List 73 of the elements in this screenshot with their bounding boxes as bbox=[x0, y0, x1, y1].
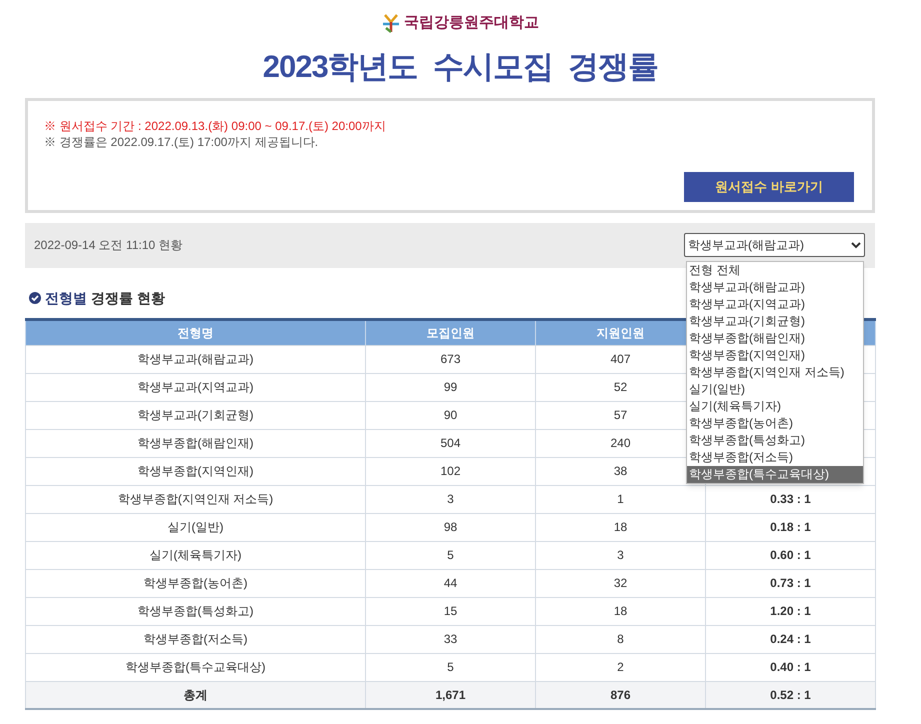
table-cell: 0.33 : 1 bbox=[770, 492, 811, 506]
table-cell: 학생부종합(저소득) bbox=[144, 632, 248, 646]
table-cell: 44 bbox=[444, 576, 458, 590]
total-cell: 0.52 : 1 bbox=[770, 688, 811, 702]
category-select[interactable]: 학생부교과(해람교과) bbox=[684, 233, 865, 257]
table-cell: 673 bbox=[440, 352, 461, 366]
table-cell: 407 bbox=[610, 352, 631, 366]
dropdown-option[interactable]: 실기(체육특기자) bbox=[687, 398, 863, 415]
table-cell: 학생부교과(해람교과) bbox=[138, 352, 254, 366]
total-cell: 총계 bbox=[184, 688, 208, 702]
dropdown-option[interactable]: 학생부종합(특수교육대상) bbox=[687, 466, 863, 483]
table-cell: 학생부종합(지역인재) bbox=[138, 464, 254, 478]
table-cell: 0.40 : 1 bbox=[770, 660, 811, 674]
dropdown-option[interactable]: 전형 전체 bbox=[687, 262, 863, 279]
university-name: 국립강릉원주대학교 bbox=[404, 13, 539, 33]
table-cell: 8 bbox=[617, 632, 624, 646]
total-cell: 1,671 bbox=[435, 688, 466, 702]
column-header: 전형명 bbox=[26, 319, 366, 345]
notice-text: ※ 원서접수 기간 : 2022.09.13.(화) 09:00 ~ 09.17.(토) 20:00까지 bbox=[44, 118, 387, 134]
status-text: 2022-09-14 오전 11:10 현황 bbox=[34, 237, 183, 254]
check-circle-icon bbox=[29, 292, 41, 304]
table-cell: 52 bbox=[614, 380, 628, 394]
table-cell: 3 bbox=[617, 548, 624, 562]
table-cell: 학생부종합(해람인재) bbox=[138, 436, 254, 450]
table-cell: 2 bbox=[617, 660, 624, 674]
total-cell: 876 bbox=[610, 688, 631, 702]
table-cell: 학생부교과(지역교과) bbox=[138, 380, 254, 394]
chevron-down-icon bbox=[851, 242, 861, 248]
table-cell: 5 bbox=[447, 660, 454, 674]
dropdown-option[interactable]: 학생부종합(지역인재 저소득) bbox=[687, 364, 863, 381]
table-cell: 57 bbox=[614, 408, 628, 422]
dropdown-option[interactable]: 학생부종합(지역인재) bbox=[687, 347, 863, 364]
table-cell: 0.24 : 1 bbox=[770, 632, 811, 646]
table-cell: 98 bbox=[444, 520, 458, 534]
table-cell: 3 bbox=[447, 492, 454, 506]
page-title: 2023학년도 수시모집 경쟁률 bbox=[262, 48, 660, 86]
apply-button[interactable]: 원서접수 바로가기 bbox=[684, 172, 854, 202]
table-cell: 5 bbox=[447, 548, 454, 562]
table-cell: 학생부교과(기회균형) bbox=[138, 408, 254, 422]
table-cell: 실기(일반) bbox=[168, 520, 224, 534]
table-cell: 90 bbox=[444, 408, 458, 422]
dropdown-option[interactable]: 학생부교과(지역교과) bbox=[687, 296, 863, 313]
column-header: 모집인원 bbox=[366, 319, 536, 345]
dropdown-option[interactable]: 학생부교과(해람교과) bbox=[687, 279, 863, 296]
table-cell: 33 bbox=[444, 632, 458, 646]
dropdown-option[interactable]: 학생부종합(특성화고) bbox=[687, 432, 863, 449]
table-cell: 99 bbox=[444, 380, 458, 394]
table-cell: 15 bbox=[444, 604, 458, 618]
dropdown-option[interactable]: 학생부종합(해람인재) bbox=[687, 330, 863, 347]
table-cell: 0.18 : 1 bbox=[770, 520, 811, 534]
table-cell: 240 bbox=[610, 436, 631, 450]
dropdown-option[interactable]: 학생부종합(농어촌) bbox=[687, 415, 863, 432]
dropdown-option[interactable]: 실기(일반) bbox=[687, 381, 863, 398]
table-cell: 1.20 : 1 bbox=[770, 604, 811, 618]
table-cell: 102 bbox=[440, 464, 461, 478]
table-cell: 38 bbox=[614, 464, 628, 478]
table-cell: 학생부종합(지역인재 저소득) bbox=[118, 492, 274, 506]
dropdown-option[interactable]: 학생부교과(기회균형) bbox=[687, 313, 863, 330]
table-cell: 18 bbox=[614, 604, 628, 618]
table-cell: 0.73 : 1 bbox=[770, 576, 811, 590]
table-cell: 504 bbox=[440, 436, 461, 450]
table-cell: 학생부종합(농어촌) bbox=[144, 576, 248, 590]
table-cell: 실기(체육특기자) bbox=[150, 548, 242, 562]
table-cell: 1 bbox=[617, 492, 624, 506]
table-cell: 32 bbox=[614, 576, 628, 590]
dropdown-option[interactable]: 학생부종합(저소득) bbox=[687, 449, 863, 466]
table-cell: 학생부종합(특수교육대상) bbox=[126, 660, 266, 674]
table-cell: 0.60 : 1 bbox=[770, 548, 811, 562]
logo-icon bbox=[382, 13, 400, 34]
table-cell: 학생부종합(특성화고) bbox=[138, 604, 254, 618]
table-cell: 18 bbox=[614, 520, 628, 534]
notice-text: ※ 경쟁률은 2022.09.17.(토) 17:00까지 제공됩니다. bbox=[44, 134, 320, 150]
section-title: 전형별 경쟁률 현황 bbox=[45, 288, 165, 308]
